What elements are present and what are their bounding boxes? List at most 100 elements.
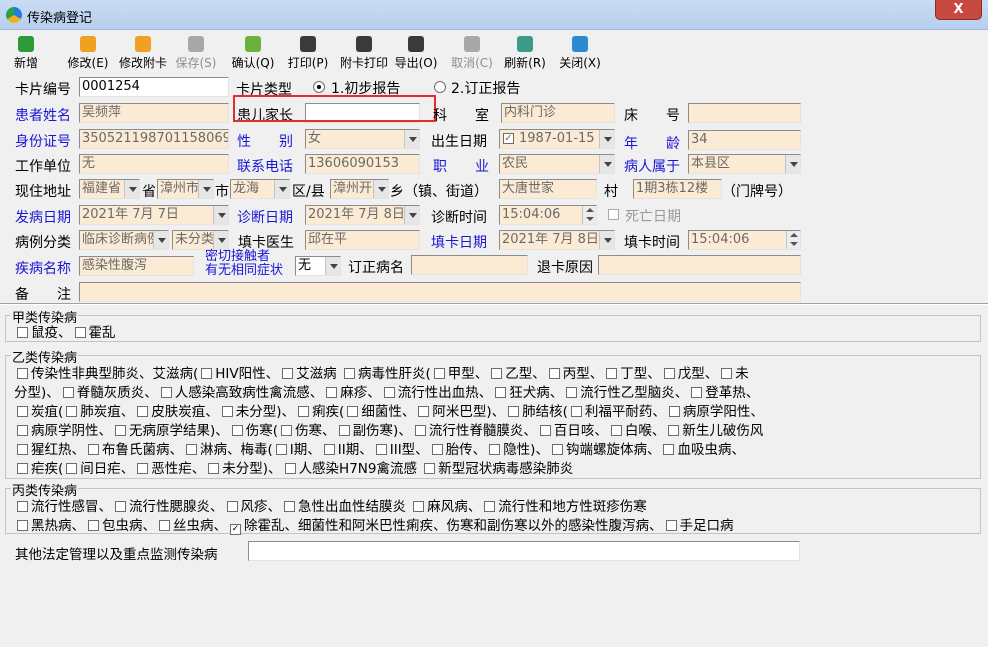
birth-date-checkbox[interactable]: ✓ [503,133,514,144]
class-c-line[interactable]: 流行性感冒、 流行性腮腺炎、 风疹、 急性出血性结膜炎 麻风病、 流行性和地方性斑疹伤寒 [14,495,647,515]
fill-time-input[interactable]: 15:04:06 [688,230,801,250]
chevron-down-icon[interactable] [404,130,419,148]
disease-checkbox[interactable] [491,368,503,379]
disease-checkbox[interactable] [284,463,296,474]
disease-checkbox[interactable] [489,444,501,455]
toolbar-button-0[interactable]: 新增 [8,34,44,70]
disease-checkbox[interactable] [62,387,74,398]
toolbar-button-6[interactable]: 附卡打印 [337,34,391,70]
card-no-input[interactable]: 0001254 [79,77,229,97]
disease-checkbox[interactable] [115,425,126,436]
disease-checkbox[interactable] [88,520,99,531]
class-b-line[interactable]: 分型)、 脊髓灰质炎、 人感染高致病性禽流感、 麻疹、 流行性出血热、 狂犬病、 流行性乙型… [14,381,759,401]
case-class2-select[interactable]: 未分类 [172,230,229,250]
disease-checkbox[interactable] [282,368,294,379]
class-c-line[interactable]: 黑热病、 包虫病、 丝虫病、 ✓ 除霍乱、细菌性和阿米巴性痢疾、伤寒和副伤寒以外的感染性… [14,514,734,535]
disease-checkbox[interactable] [323,444,335,455]
disease-checkbox[interactable] [115,501,126,512]
disease-checkbox[interactable]: ✓ [230,524,241,535]
return-reason-input[interactable] [598,255,801,275]
disease-checkbox[interactable] [281,425,293,436]
toolbar-button-9[interactable]: 刷新(R) [502,34,548,70]
disease-checkbox[interactable] [668,406,680,417]
id-no-input[interactable]: 350521198701158069 [79,129,229,149]
occupation-select[interactable]: 农民 [499,154,615,174]
sex-select[interactable]: 女 [305,129,420,149]
disease-checkbox[interactable] [17,444,28,455]
county-select[interactable]: 龙海 [230,179,290,199]
disease-checkbox[interactable] [663,444,675,455]
disease-checkbox[interactable] [721,368,733,379]
disease-checkbox[interactable] [413,501,425,512]
disease-checkbox[interactable] [66,463,78,474]
disease-checkbox[interactable] [17,406,28,417]
disease-checkbox[interactable] [566,387,578,398]
age-input[interactable]: 34 [688,130,801,150]
disease-checkbox[interactable] [74,327,86,338]
disease-checkbox[interactable] [347,406,359,417]
disease-checkbox[interactable] [508,406,520,417]
disease-checkbox[interactable] [275,444,287,455]
death-date-checkbox[interactable] [608,209,619,220]
chevron-down-icon[interactable] [213,231,228,249]
disease-checkbox[interactable] [208,463,220,474]
disease-checkbox[interactable] [298,406,310,417]
disease-checkbox[interactable] [159,520,170,531]
chevron-down-icon[interactable] [599,155,614,173]
belongs-select[interactable]: 本县区 [688,154,801,174]
disease-checkbox[interactable] [17,501,28,512]
disease-checkbox[interactable] [160,387,172,398]
diag-date-picker[interactable]: 2021年 7月 8日 [305,205,420,225]
disease-checkbox[interactable] [495,387,507,398]
disease-name-input[interactable]: 感染性腹泻 [79,256,194,276]
toolbar-button-3[interactable]: 保存(S) [172,34,220,70]
toolbar-button-4[interactable]: 确认(Q) [228,34,278,70]
disease-checkbox[interactable] [414,425,426,436]
case-class-select[interactable]: 临床诊断病例 [79,230,169,250]
disease-checkbox[interactable] [551,444,563,455]
class-b-line[interactable]: 传染性非典型肺炎、艾滋病(HIV阳性、 艾滋病 病毒性肝炎(甲型、 乙型、 丙型、 丁型… [14,362,749,382]
disease-checkbox[interactable] [548,368,560,379]
disease-checkbox[interactable] [17,425,28,436]
diag-time-input[interactable]: 15:04:06 [499,205,597,225]
onset-date-picker[interactable]: 2021年 7月 7日 [79,205,229,225]
department-input[interactable]: 内科门诊 [501,103,615,123]
toolbar-button-8[interactable]: 取消(C) [447,34,497,70]
toolbar-button-2[interactable]: 修改附卡 [117,34,169,70]
disease-checkbox[interactable] [201,368,213,379]
disease-checkbox[interactable] [610,425,622,436]
disease-checkbox[interactable] [17,368,28,379]
chevron-down-icon[interactable] [325,257,340,275]
disease-checkbox[interactable] [424,463,436,474]
toolbar-button-5[interactable]: 打印(P) [283,34,333,70]
disease-checkbox[interactable] [17,327,28,338]
toolbar-button-10[interactable]: 关闭(X) [556,34,604,70]
disease-checkbox[interactable] [284,501,295,512]
disease-checkbox[interactable] [226,501,238,512]
disease-checkbox[interactable] [17,463,28,474]
disease-checkbox[interactable] [221,406,233,417]
other-disease-input[interactable] [248,541,800,561]
birth-date-picker[interactable]: ✓ 1987-01-15 [499,129,615,149]
class-a-line[interactable]: 鼠疫、 霍乱 [14,321,116,341]
disease-checkbox[interactable] [326,387,338,398]
disease-checkbox[interactable] [606,368,618,379]
window-close-button[interactable]: X [935,0,982,20]
toolbar-button-1[interactable]: 修改(E) [62,34,114,70]
remark-input[interactable] [79,282,801,302]
province-select[interactable]: 福建省 [79,179,140,199]
class-b-line[interactable]: 病原学阴性、 无病原学结果)、 伤寒(伤寒、 副伤寒)、 流行性脊髓膜炎、 百日咳、 白喉、… [14,419,763,439]
disease-checkbox[interactable] [484,501,496,512]
report-corrected-label[interactable]: 2.订正报告 [451,78,520,98]
report-corrected-radio[interactable] [434,81,446,93]
disease-checkbox[interactable] [137,406,149,417]
chevron-down-icon[interactable] [153,231,168,249]
house-input[interactable]: 1期3栋12楼 [633,179,722,199]
disease-checkbox[interactable] [418,406,430,417]
patient-name-input[interactable]: 吴频萍 [79,103,229,123]
disease-checkbox[interactable] [570,406,582,417]
doctor-input[interactable]: 邱在平 [305,230,420,250]
disease-checkbox[interactable] [343,368,355,379]
bed-input[interactable] [688,103,801,123]
town-select[interactable]: 漳州开 [330,179,389,199]
